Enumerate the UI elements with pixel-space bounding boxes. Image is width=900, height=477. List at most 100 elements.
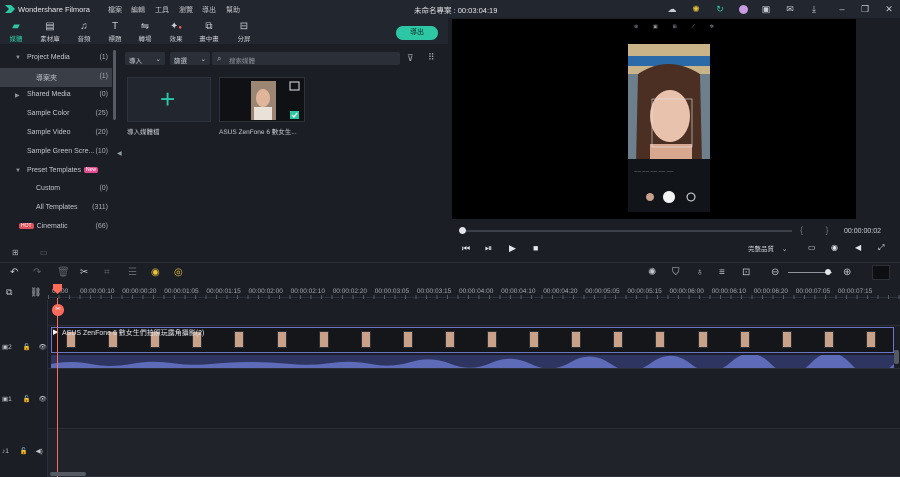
track-video-1 xyxy=(48,369,900,429)
minimize-icon[interactable]: – xyxy=(836,3,848,15)
eye-icon[interactable]: 👁 xyxy=(39,344,47,351)
fullscreen-icon[interactable]: ⤢ xyxy=(878,243,884,253)
timeline-vertical-scrollbar[interactable] xyxy=(894,350,899,364)
voiceover-icon[interactable]: ≡ xyxy=(719,267,725,278)
preview-progress-track[interactable] xyxy=(462,230,792,232)
collapse-panel-icon[interactable]: ◀ xyxy=(117,150,122,157)
zoom-in-icon[interactable]: ⊕ xyxy=(843,267,851,278)
filter-icon[interactable]: ⊽ xyxy=(407,53,414,64)
cut-icon[interactable]: ✂ xyxy=(80,267,88,278)
tree-item-sample-color[interactable]: Sample Color (25) xyxy=(0,105,112,124)
volume-icon[interactable]: ◀ xyxy=(855,243,861,252)
tab-media[interactable]: ▰ 媒體 xyxy=(2,20,30,44)
tree-item-cinematic[interactable]: HOT Cinematic (66) xyxy=(0,218,112,237)
download-icon[interactable]: ⤓ xyxy=(808,3,820,15)
menu-edit[interactable]: 編輯 xyxy=(131,5,145,15)
zoom-fit-icon[interactable] xyxy=(872,265,890,280)
preview-progress-knob[interactable] xyxy=(459,227,466,234)
tree-item-count: (1) xyxy=(99,73,108,80)
tab-audio[interactable]: ♫ 音頻 xyxy=(70,20,98,44)
tree-item-count: (0) xyxy=(99,91,108,98)
shield-icon[interactable]: ⛉ xyxy=(672,267,680,278)
tab-pip[interactable]: ⧉ 畫中畫 xyxy=(195,20,223,44)
menu-export[interactable]: 導出 xyxy=(202,5,216,15)
subtitle-icon[interactable]: ⊡ xyxy=(742,267,750,278)
crop-icon[interactable]: ⌗ xyxy=(104,267,110,278)
tree-item-custom[interactable]: Custom (0) xyxy=(0,180,112,199)
zoom-slider-knob[interactable] xyxy=(825,269,831,275)
tab-splitscreen[interactable]: ⊟ 分屏 xyxy=(230,20,258,44)
avatar[interactable] xyxy=(737,3,749,15)
close-icon[interactable]: ✕ xyxy=(883,3,895,15)
clip-thumbnail xyxy=(444,331,455,348)
menu-view[interactable]: 瀏覽 xyxy=(179,5,193,15)
video-media-tile[interactable] xyxy=(219,77,305,122)
step-forward-icon[interactable]: ⏯ xyxy=(485,243,492,254)
redo-icon[interactable]: ↷ xyxy=(33,267,41,278)
playhead[interactable] xyxy=(57,298,58,477)
export-button[interactable]: 導出 xyxy=(396,26,438,40)
link-icon[interactable]: ⛓ xyxy=(30,287,41,298)
tree-item-folder[interactable]: 導案夾 (1) xyxy=(0,68,112,87)
snapshot-icon[interactable]: ◉ xyxy=(831,243,838,252)
menu-tools[interactable]: 工具 xyxy=(155,5,169,15)
tree-item-sample-video[interactable]: Sample Video (20) xyxy=(0,124,112,143)
delete-icon[interactable]: 🗑 xyxy=(57,267,70,278)
timeline-horizontal-scrollbar[interactable] xyxy=(50,472,86,476)
bulb-icon[interactable]: ✺ xyxy=(690,3,702,15)
tab-stock[interactable]: ▤ 素材庫 xyxy=(36,20,64,44)
add-track-icon[interactable]: ⧉ xyxy=(6,287,12,298)
quality-dropdown[interactable]: 完整品質 ⌄ xyxy=(748,243,787,255)
clip-thumbnail xyxy=(276,331,287,348)
restore-icon[interactable]: ❐ xyxy=(859,3,871,15)
mark-in-out-icon[interactable]: { } xyxy=(800,225,839,235)
lock-icon[interactable]: 🔓 xyxy=(23,344,31,351)
sort-dropdown[interactable]: 篩選 ⌄ xyxy=(170,52,210,65)
folder-icon[interactable]: ▭ xyxy=(40,248,48,257)
search-input[interactable]: ⌕ 搜索媒體 xyxy=(212,52,400,65)
green-screen-icon[interactable]: ◎ xyxy=(174,267,183,278)
audio-waveform-clip[interactable] xyxy=(51,352,894,375)
import-dropdown[interactable]: 導入 ⌄ xyxy=(125,52,165,65)
mic-icon[interactable]: ♁ xyxy=(696,267,704,278)
tree-item-preset-templates[interactable]: ▼ Preset Templates New xyxy=(0,162,112,181)
monitor-icon[interactable]: ▭ xyxy=(808,243,816,252)
stop-icon[interactable]: ■ xyxy=(533,243,538,253)
tab-effects[interactable]: ✦● 效果 xyxy=(162,20,190,44)
headset-icon[interactable]: ↻ xyxy=(714,3,726,15)
adjust-icon[interactable]: ☰ xyxy=(128,267,137,278)
eye-icon[interactable]: 👁 xyxy=(39,396,47,403)
volume-icon[interactable]: ◀) xyxy=(36,448,43,455)
hdr-icon: ▣ xyxy=(652,24,658,30)
cloud-icon[interactable]: ☁ xyxy=(666,3,678,15)
import-media-tile[interactable]: + xyxy=(127,77,211,122)
tree-item-project-media[interactable]: ▼ Project Media (1) xyxy=(0,49,112,68)
mail-icon[interactable]: ✉ xyxy=(784,3,796,15)
tree-item-all-templates[interactable]: All Templates (311) xyxy=(0,199,112,218)
tab-label: 效果 xyxy=(169,36,183,43)
media-library-tree: ▼ Project Media (1) 導案夾 (1) ▶ Shared Med… xyxy=(0,48,115,248)
menu-help[interactable]: 幫助 xyxy=(226,5,240,15)
play-icon[interactable]: ▶ xyxy=(509,243,516,254)
quality-label: 完整品質 xyxy=(748,246,774,253)
tree-item-count: (10) xyxy=(95,148,108,155)
prev-frame-icon[interactable]: ⏮ xyxy=(462,243,470,254)
undo-icon[interactable]: ↶ xyxy=(10,267,18,278)
grid-view-icon[interactable]: ⠿ xyxy=(428,52,435,63)
tree-item-label: Sample Green Scre... xyxy=(27,148,95,155)
speed-icon[interactable]: ◉ xyxy=(151,267,160,278)
lock-icon[interactable]: 🔓 xyxy=(23,396,31,403)
folder-icon: ▰ xyxy=(12,21,20,32)
tree-item-sample-green-screen[interactable]: Sample Green Scre... (10) xyxy=(0,143,112,162)
tab-titles[interactable]: T 標題 xyxy=(101,20,129,44)
split-scissor-icon[interactable]: ✂ xyxy=(52,304,64,316)
lock-icon[interactable]: 🔓 xyxy=(20,448,28,455)
menu-file[interactable]: 檔案 xyxy=(108,5,122,15)
save-icon[interactable]: ▣ xyxy=(760,3,772,15)
tree-scrollbar[interactable] xyxy=(113,50,116,120)
new-folder-icon[interactable]: ⊞ xyxy=(12,248,19,257)
tree-item-shared-media[interactable]: ▶ Shared Media (0) xyxy=(0,86,112,105)
zoom-out-icon[interactable]: ⊖ xyxy=(771,267,779,278)
render-icon[interactable]: ✺ xyxy=(648,267,656,278)
tab-transitions[interactable]: ⇋ 轉場 xyxy=(131,20,159,44)
